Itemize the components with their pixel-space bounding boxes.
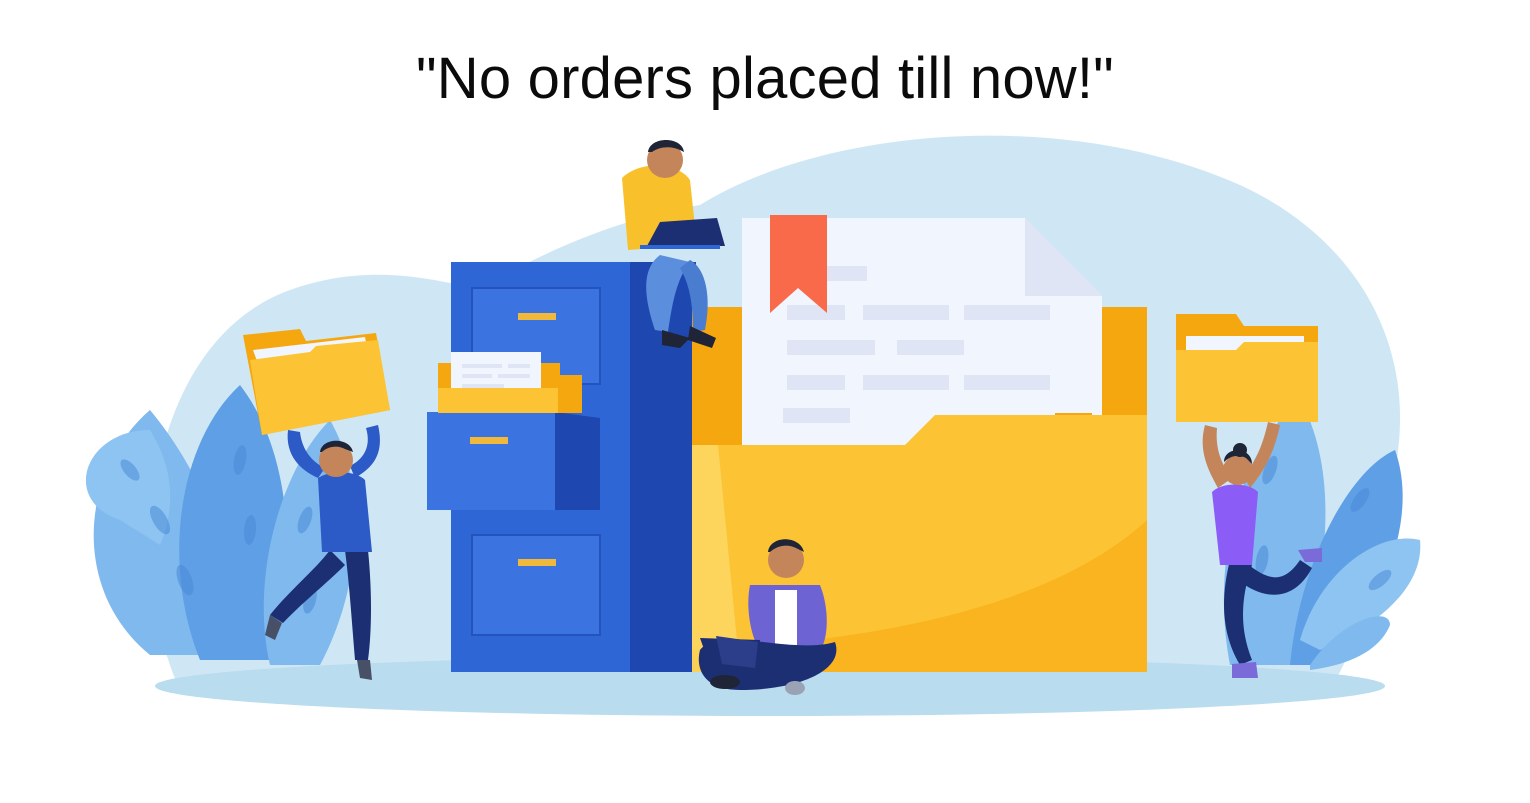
empty-orders-illustration xyxy=(85,135,1421,716)
empty-orders-state: "No orders placed till now!" xyxy=(0,0,1530,803)
folder-icon xyxy=(1176,314,1318,422)
empty-state-message: "No orders placed till now!" xyxy=(416,46,1114,111)
